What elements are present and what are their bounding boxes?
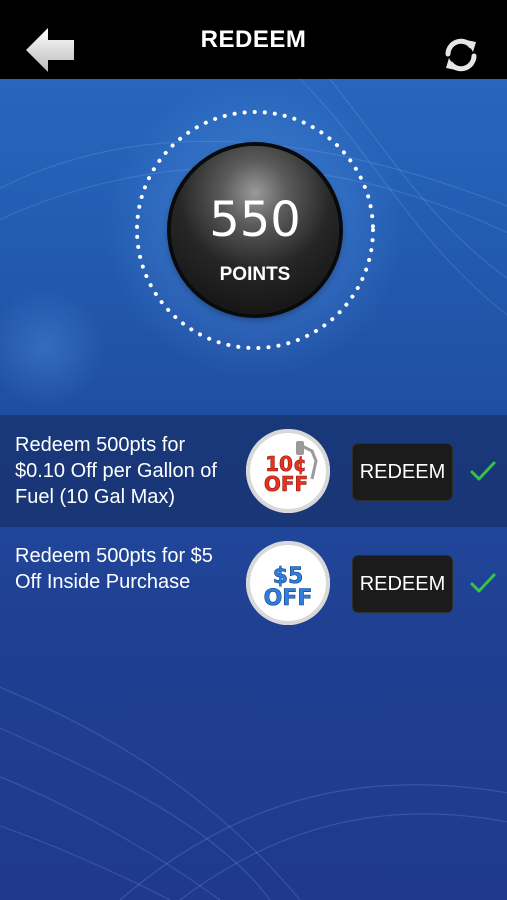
redeem-button[interactable]: REDEEM [352, 443, 453, 501]
offer-row-inside-purchase: Redeem 500pts for $5 Off Inside Purchase… [0, 527, 507, 639]
points-value: 550 [209, 192, 301, 248]
top-bar: REDEEM [0, 0, 507, 79]
back-button[interactable] [24, 25, 76, 75]
points-display: 550 POINTS [133, 108, 377, 352]
redeem-button[interactable]: REDEEM [352, 555, 453, 613]
purchase-discount-badge: $5 OFF [246, 541, 330, 625]
points-ball: 550 POINTS [171, 146, 339, 314]
arrow-left-icon [26, 28, 74, 72]
offer-description: Redeem 500pts for $0.10 Off per Gallon o… [15, 434, 217, 508]
refresh-icon [445, 38, 477, 72]
offer-row-fuel: Redeem 500pts for $0.10 Off per Gallon o… [0, 415, 507, 527]
offer-description: Redeem 500pts for $5 Off Inside Purchase [15, 545, 213, 593]
page-title: REDEEM [200, 25, 307, 53]
badge-line-2: OFF [264, 586, 313, 611]
fuel-discount-badge: 10¢ OFF [246, 429, 330, 513]
checkmark-icon [470, 461, 496, 481]
refresh-button[interactable] [440, 34, 482, 76]
points-label: POINTS [219, 264, 291, 285]
badge-line-2: OFF [264, 472, 308, 496]
checkmark-icon [470, 573, 496, 593]
